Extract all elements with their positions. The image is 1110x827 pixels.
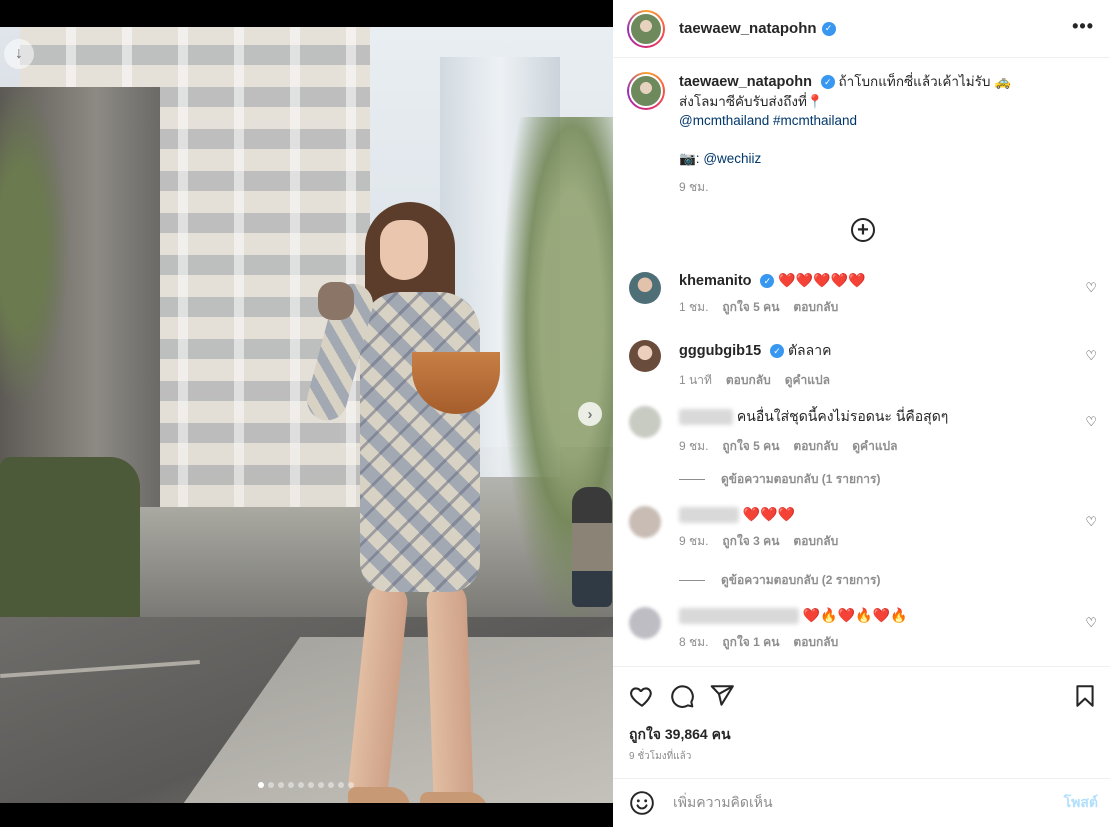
commenter-avatar[interactable]: [629, 506, 661, 538]
comment-time[interactable]: 9 ชม.: [679, 532, 708, 551]
commenter-avatar[interactable]: [629, 272, 661, 304]
paper-plane-icon[interactable]: [709, 683, 735, 709]
caption-username[interactable]: taewaew_natapohn: [679, 74, 812, 90]
comment-likes[interactable]: ถูกใจ 5 คน: [722, 437, 779, 456]
see-translation-button[interactable]: ดูคำแปล: [852, 437, 897, 456]
add-comment-bar: เพิ่มความคิดเห็น โพสต์: [613, 778, 1110, 827]
carousel-dot: [318, 782, 324, 788]
view-replies-button[interactable]: ดูข้อความตอบกลับ (2 รายการ): [679, 571, 880, 590]
reply-button[interactable]: ตอบกลับ: [726, 371, 771, 390]
smiley-icon[interactable]: [629, 790, 655, 816]
post-actions: ถูกใจ 39,864 คน 9 ชั่วโมงที่แล้ว: [613, 666, 1110, 778]
reply-button[interactable]: ตอบกลับ: [793, 298, 838, 317]
post-header: taewaew_natapohn ✓ •••: [613, 0, 1110, 58]
chevron-right-icon[interactable]: ›: [578, 402, 602, 426]
camera-emoji: 📷:: [679, 151, 700, 166]
comment-text: คนอื่นใส่ชุดนี้คงไม่รอดนะ นี่คือสุดๆ: [736, 408, 949, 424]
heart-icon[interactable]: [629, 683, 655, 709]
comment-bubble-icon[interactable]: [669, 683, 695, 709]
carousel-dot: [348, 782, 354, 788]
reply-button[interactable]: ตอบกลับ: [793, 437, 838, 456]
comment-time[interactable]: 9 ชม.: [679, 437, 708, 456]
post-photo[interactable]: [0, 27, 613, 803]
post-side-panel: taewaew_natapohn ✓ ••• taewaew_natapohn …: [613, 0, 1110, 827]
carousel-dot: [328, 782, 334, 788]
author-avatar[interactable]: [627, 72, 665, 110]
comment-text: ❤️❤️❤️: [742, 506, 796, 522]
photographer-mention[interactable]: @wechiiz: [703, 151, 761, 166]
carousel-indicator: [258, 782, 354, 788]
comment-likes[interactable]: ถูกใจ 5 คน: [722, 298, 779, 317]
arrow-down-icon[interactable]: ↓: [4, 39, 34, 69]
commenter-avatar[interactable]: [629, 340, 661, 372]
comment-heart-icon[interactable]: ♡: [1085, 514, 1097, 530]
caption-line-1: ถ้าโบกแท็กซี่แล้วเค้าไม่รับ 🚕: [838, 74, 1012, 89]
hidden-username: [679, 507, 739, 524]
carousel-dot: [338, 782, 344, 788]
comment-time[interactable]: 1 ชม.: [679, 298, 708, 317]
model-figure: [302, 202, 520, 803]
posted-time: 9 ชั่วโมงที่แล้ว: [629, 751, 692, 762]
verified-badge-icon: ✓: [821, 21, 836, 36]
comment-text: ❤️🔥❤️🔥❤️🔥: [802, 607, 908, 623]
comment-text: ❤️❤️❤️❤️❤️: [778, 272, 866, 288]
author-avatar[interactable]: [627, 9, 665, 48]
reply-button[interactable]: ตอบกลับ: [793, 633, 838, 652]
more-options-icon[interactable]: •••: [1072, 16, 1094, 37]
carousel-dot: [308, 782, 314, 788]
post-media: ↓ ›: [0, 0, 613, 827]
comment-likes[interactable]: ถูกใจ 3 คน: [722, 532, 779, 551]
caption-time: 9 ชม.: [679, 180, 709, 194]
comment-heart-icon[interactable]: ♡: [1085, 414, 1097, 430]
post-comment-button[interactable]: โพสต์: [1064, 792, 1098, 814]
reply-button[interactable]: ตอบกลับ: [793, 532, 838, 551]
carousel-dot: [278, 782, 284, 788]
carousel-dot: [268, 782, 274, 788]
commenter-avatar[interactable]: [629, 406, 661, 438]
comment-heart-icon[interactable]: ♡: [1085, 348, 1097, 364]
verified-badge-icon: ✓: [760, 274, 775, 289]
likes-count[interactable]: ถูกใจ 39,864 คน: [629, 724, 731, 746]
verified-badge-icon: ✓: [820, 75, 835, 90]
comment-input[interactable]: เพิ่มความคิดเห็น: [673, 792, 1064, 814]
comment-likes[interactable]: ถูกใจ 1 คน: [722, 633, 779, 652]
comment-heart-icon[interactable]: ♡: [1085, 280, 1097, 296]
commenter-avatar[interactable]: [629, 607, 661, 639]
comments-section[interactable]: taewaew_natapohn ✓ ถ้าโบกแท็กซี่แล้วเค้า…: [613, 58, 1110, 666]
carousel-dot: [298, 782, 304, 788]
comment-time[interactable]: 1 นาที: [679, 371, 712, 390]
comment-time[interactable]: 8 ชม.: [679, 633, 708, 652]
comment-text: ตัลลาค: [787, 342, 832, 358]
verified-badge-icon: ✓: [770, 344, 785, 359]
caption-line-2: ส่งโลมาซีคับรับส่งถึงที่📍: [679, 94, 824, 109]
commenter-username[interactable]: khemanito: [679, 273, 752, 289]
carousel-dot: [258, 782, 264, 788]
post-caption: taewaew_natapohn ✓ ถ้าโบกแท็กซี่แล้วเค้า…: [627, 72, 1087, 197]
caption-mention-tag[interactable]: @mcmthailand #mcmthailand: [679, 111, 1011, 130]
see-translation-button[interactable]: ดูคำแปล: [785, 371, 830, 390]
bookmark-icon[interactable]: [1072, 683, 1098, 709]
load-more-comments-icon[interactable]: +: [851, 218, 875, 242]
author-username[interactable]: taewaew_natapohn: [679, 20, 817, 37]
carousel-dot: [288, 782, 294, 788]
view-replies-button[interactable]: ดูข้อความตอบกลับ (1 รายการ): [679, 470, 880, 489]
commenter-username[interactable]: gggubgib15: [679, 343, 761, 359]
hidden-username: [679, 409, 733, 426]
hidden-username: [679, 608, 799, 625]
comment-heart-icon[interactable]: ♡: [1085, 615, 1097, 631]
